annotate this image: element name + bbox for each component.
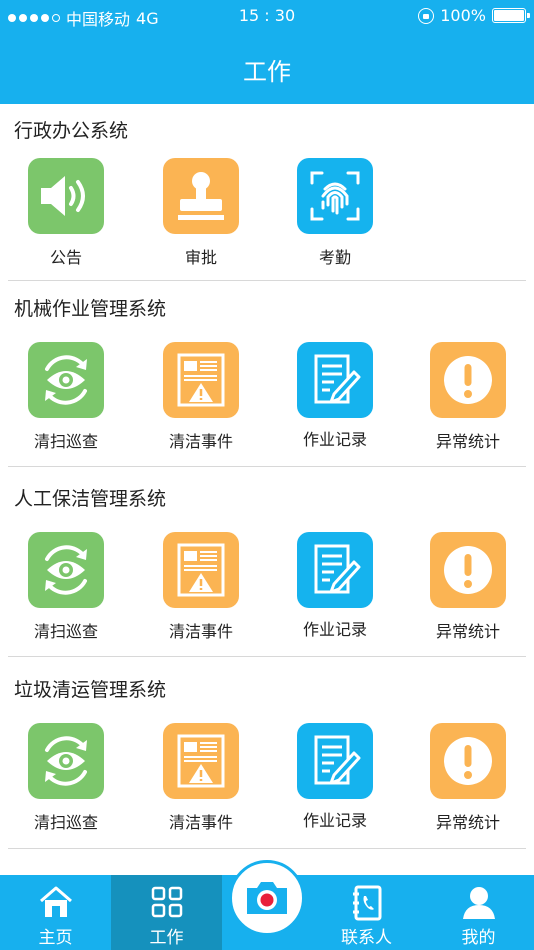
exclamation-icon — [444, 546, 492, 594]
stamp-icon — [178, 172, 224, 220]
warning-document-icon — [177, 734, 225, 788]
announcement-label: 公告 — [49, 248, 82, 267]
anomaly-stats-button[interactable] — [430, 342, 506, 418]
page-title: 工作 — [243, 58, 291, 86]
cleaning-patrol-button[interactable] — [28, 723, 104, 799]
cleaning-event-button[interactable] — [163, 723, 239, 799]
anomaly-stats-button[interactable] — [430, 532, 506, 608]
cleaning-event-label: 清洁事件 — [168, 622, 233, 641]
work-record-button[interactable] — [297, 342, 373, 418]
divider — [8, 656, 526, 657]
fingerprint-icon — [310, 171, 360, 221]
work-record-button[interactable] — [297, 723, 373, 799]
camera-button[interactable] — [229, 860, 305, 936]
tab-home[interactable]: 主页 — [0, 875, 111, 950]
home-icon — [38, 885, 74, 923]
edit-document-icon — [314, 735, 361, 785]
cleaning-patrol-label: 清扫巡查 — [33, 813, 98, 832]
section-title: 垃圾清运管理系统 — [14, 679, 167, 701]
rotation-lock-icon — [418, 7, 435, 24]
cleaning-patrol-label: 清扫巡查 — [33, 622, 98, 641]
divider — [8, 848, 526, 849]
exclamation-icon — [444, 737, 492, 785]
anomaly-stats-label: 异常统计 — [435, 432, 500, 451]
cleaning-patrol-button[interactable] — [28, 342, 104, 418]
section-title: 人工保洁管理系统 — [14, 488, 167, 510]
grid-icon — [150, 885, 184, 923]
tab-label: 联系人 — [341, 928, 392, 948]
tab-contacts[interactable]: 联系人 — [311, 875, 422, 950]
approval-label: 审批 — [184, 248, 217, 267]
exclamation-icon — [444, 356, 492, 404]
warning-document-icon — [177, 353, 225, 407]
approval-button[interactable] — [163, 158, 239, 234]
edit-document-icon — [314, 544, 361, 594]
work-record-label: 作业记录 — [302, 430, 367, 449]
eye-refresh-icon — [45, 545, 87, 595]
work-record-button[interactable] — [297, 532, 373, 608]
camera-icon — [247, 882, 287, 914]
cleaning-event-button[interactable] — [163, 532, 239, 608]
eye-refresh-icon — [45, 355, 87, 405]
battery-percent: 100% — [440, 6, 486, 25]
speaker-icon — [41, 176, 85, 216]
divider — [8, 466, 526, 467]
cleaning-event-label: 清洁事件 — [168, 432, 233, 451]
status-bar: 中国移动 4G 15 : 30 100% — [0, 0, 534, 30]
attendance-label: 考勤 — [318, 248, 351, 267]
tab-label: 主页 — [38, 928, 73, 948]
anomaly-stats-button[interactable] — [430, 723, 506, 799]
cleaning-event-button[interactable] — [163, 342, 239, 418]
section-title: 机械作业管理系统 — [14, 298, 167, 320]
tab-label: 我的 — [461, 928, 496, 948]
contacts-icon — [350, 885, 384, 925]
eye-refresh-icon — [45, 736, 87, 786]
divider — [8, 280, 526, 281]
edit-document-icon — [314, 354, 361, 404]
cleaning-event-label: 清洁事件 — [168, 813, 233, 832]
header: 中国移动 4G 15 : 30 100% 工作 — [0, 0, 534, 104]
tab-label: 工作 — [149, 928, 184, 948]
tab-mine[interactable]: 我的 — [423, 875, 534, 950]
announcement-button[interactable] — [28, 158, 104, 234]
tab-work[interactable]: 工作 — [111, 875, 222, 950]
battery-icon — [492, 8, 530, 23]
section-title: 行政办公系统 — [14, 120, 129, 142]
work-record-label: 作业记录 — [302, 811, 367, 830]
user-icon — [461, 885, 497, 925]
cleaning-patrol-button[interactable] — [28, 532, 104, 608]
anomaly-stats-label: 异常统计 — [435, 622, 500, 641]
work-record-label: 作业记录 — [302, 620, 367, 639]
anomaly-stats-label: 异常统计 — [435, 813, 500, 832]
attendance-button[interactable] — [297, 158, 373, 234]
warning-document-icon — [177, 543, 225, 597]
cleaning-patrol-label: 清扫巡查 — [33, 432, 98, 451]
